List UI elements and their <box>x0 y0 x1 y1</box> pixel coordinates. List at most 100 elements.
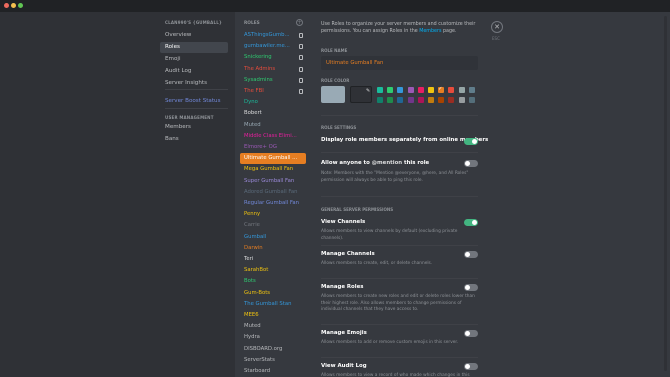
role-label: Super Gumball Fan <box>244 177 295 184</box>
maximize-window-dot[interactable] <box>18 3 23 8</box>
role-label: Bobert <box>244 110 262 117</box>
role-item[interactable]: Elmore+ OG <box>240 142 306 153</box>
role-item[interactable]: MEE6 <box>240 310 306 321</box>
color-swatch[interactable] <box>468 97 475 103</box>
role-item[interactable]: Gum-Bots <box>240 288 306 299</box>
role-item[interactable]: SarahBot <box>240 265 306 276</box>
color-swatch[interactable] <box>397 87 404 93</box>
role-name-input[interactable]: Ultimate Gumball Fan <box>321 56 478 70</box>
role-item[interactable]: Teri <box>240 254 306 265</box>
role-label: Penny <box>244 211 261 218</box>
color-swatch[interactable] <box>438 97 445 103</box>
nav-item-server-boost-status[interactable]: Server Boost Status <box>160 96 228 107</box>
role-item[interactable]: Carrie <box>240 220 306 231</box>
role-item[interactable]: The Admins <box>240 64 306 75</box>
color-swatch[interactable] <box>377 97 383 103</box>
role-item[interactable]: Adored Gumball Fan <box>240 187 306 198</box>
perm-title: Manage Roles <box>321 284 364 290</box>
role-item[interactable]: Snickering <box>240 52 306 63</box>
role-item[interactable]: Sysadmins <box>240 75 306 86</box>
role-item[interactable]: Ultimate Gumball ... <box>240 153 306 165</box>
color-swatch[interactable] <box>448 87 455 93</box>
role-label: Muted <box>244 121 261 128</box>
perm-toggle[interactable] <box>464 219 478 226</box>
role-label: ServerStats <box>244 356 275 363</box>
role-item[interactable]: Super Gumball Fan <box>240 176 306 187</box>
perm-toggle[interactable] <box>464 251 478 258</box>
add-role-icon[interactable]: + <box>296 19 303 26</box>
color-swatch[interactable] <box>428 97 434 103</box>
role-label: Mega Gumball Fan <box>244 166 294 173</box>
perm-toggle[interactable] <box>464 330 478 337</box>
close-icon[interactable]: ✕ <box>491 21 503 33</box>
color-swatch[interactable] <box>417 97 424 103</box>
role-label: Dyno <box>244 99 258 106</box>
divider <box>321 196 478 197</box>
role-item[interactable]: Muted <box>240 321 306 332</box>
role-item[interactable]: Gumball <box>240 232 306 243</box>
perm-desc: Allows members to view a record of who m… <box>321 373 470 377</box>
nav-item-roles[interactable]: Roles <box>160 42 228 53</box>
color-swatch[interactable] <box>458 87 465 93</box>
display-separately-toggle[interactable] <box>464 138 478 145</box>
title-bar <box>0 0 670 12</box>
perm-title: View Channels <box>321 219 366 225</box>
nav-item-audit-log[interactable]: Audit Log <box>160 66 228 77</box>
perm-toggle[interactable] <box>464 363 478 370</box>
lock-icon <box>299 66 303 72</box>
color-swatch[interactable] <box>407 87 414 93</box>
role-item[interactable]: gumbawiler.me... <box>240 41 306 52</box>
role-label: DISBOARD.org <box>244 345 283 352</box>
role-label: Muted <box>244 323 261 330</box>
role-name-label: ROLE NAME <box>321 48 348 53</box>
color-swatch[interactable] <box>387 87 394 93</box>
role-label: Hydra <box>244 334 260 341</box>
role-item[interactable]: Starboard <box>240 366 306 377</box>
role-item[interactable]: The Gumball Stan <box>240 299 306 310</box>
role-item[interactable]: Mega Gumball Fan <box>240 164 306 175</box>
role-label: gumbawiler.me... <box>244 43 290 50</box>
mention-toggle[interactable] <box>464 160 478 167</box>
role-item[interactable]: Bobert <box>240 108 306 119</box>
roles-list-header: ROLES <box>244 21 260 26</box>
default-color-swatch[interactable] <box>321 86 345 103</box>
nav-item-bans[interactable]: Bans <box>160 134 228 145</box>
role-item[interactable]: ASThingsGumb... <box>240 30 306 41</box>
role-item[interactable]: ServerStats <box>240 355 306 366</box>
nav-item-overview[interactable]: Overview <box>160 30 228 41</box>
divider <box>321 115 478 116</box>
role-label: MEE6 <box>244 312 259 318</box>
scrollbar[interactable] <box>664 16 667 371</box>
color-swatch[interactable] <box>438 86 445 93</box>
color-swatch[interactable] <box>448 97 455 103</box>
color-swatch[interactable] <box>397 97 404 103</box>
role-item[interactable]: Darwin <box>240 243 306 254</box>
role-item[interactable]: Hydra <box>240 332 306 343</box>
color-swatch[interactable] <box>387 97 394 103</box>
role-item[interactable]: DISBOARD.org <box>240 344 306 355</box>
nav-item-emoji[interactable]: Emoji <box>160 54 228 65</box>
members-link[interactable]: Members <box>419 29 441 34</box>
role-item[interactable]: Penny <box>240 209 306 220</box>
close-window-dot[interactable] <box>4 3 9 8</box>
role-item[interactable]: Regular Gumball Fan <box>240 198 306 209</box>
nav-item-members[interactable]: Members <box>160 122 228 133</box>
role-item[interactable]: Middle Class Elimi... <box>240 131 306 142</box>
role-label: Darwin <box>244 244 263 251</box>
role-item[interactable]: Muted <box>240 120 306 131</box>
color-swatch[interactable] <box>458 97 465 103</box>
color-swatch[interactable] <box>417 87 424 93</box>
toggle-knob <box>465 161 470 166</box>
minimize-window-dot[interactable] <box>11 3 16 8</box>
role-item[interactable]: Bots <box>240 276 306 287</box>
nav-item-server-insights[interactable]: Server Insights <box>160 78 228 89</box>
perm-toggle[interactable] <box>464 284 478 291</box>
role-label: The Admins <box>244 65 276 72</box>
role-label: Ultimate Gumball ... <box>244 155 298 162</box>
color-swatch[interactable] <box>468 87 475 93</box>
color-swatch[interactable] <box>428 87 434 93</box>
role-item[interactable]: The FBI <box>240 86 306 97</box>
role-item[interactable]: Dyno <box>240 97 306 108</box>
color-swatch[interactable] <box>377 87 383 93</box>
color-swatch[interactable] <box>407 97 414 103</box>
